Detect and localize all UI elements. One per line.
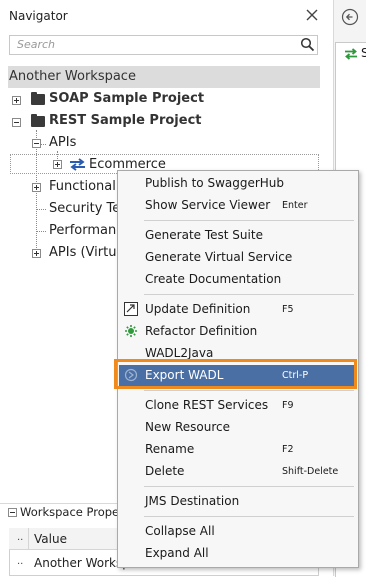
menu-item-show-service-viewer[interactable]: Show Service Viewer Enter	[119, 195, 357, 216]
menu-item-label: Show Service Viewer	[145, 198, 271, 212]
menu-item-refactor-definition[interactable]: Refactor Definition	[119, 321, 357, 342]
tree-item-performance[interactable]: Performanc	[49, 223, 123, 238]
tree-connector	[36, 209, 46, 210]
update-definition-icon	[124, 302, 138, 316]
menu-item-publish-swaggerhub[interactable]: Publish to SwaggerHub	[119, 173, 357, 194]
menu-item-jms-destination[interactable]: JMS Destination	[119, 491, 357, 512]
rest-service-icon	[345, 48, 357, 60]
menu-item-label: Rename	[145, 442, 195, 456]
collapse-icon[interactable]	[8, 508, 17, 517]
collapse-icon[interactable]	[12, 118, 21, 127]
menu-item-label: Collapse All	[145, 524, 215, 538]
refactor-icon	[125, 325, 137, 337]
back-arrow-icon[interactable]	[341, 8, 359, 26]
close-icon[interactable]	[303, 6, 321, 24]
menu-item-label: Publish to SwaggerHub	[145, 176, 285, 190]
expand-icon[interactable]	[32, 183, 41, 192]
tree-connector	[36, 130, 37, 254]
menu-item-label: Update Definition	[145, 302, 251, 316]
menu-item-label: Generate Virtual Service	[145, 250, 293, 264]
menu-item-label: Expand All	[145, 546, 209, 560]
search-input[interactable]	[9, 35, 318, 55]
collapse-icon[interactable]	[32, 139, 41, 148]
menu-item-label: Create Documentation	[145, 272, 282, 286]
workspace-properties-title: Workspace Proper	[20, 505, 124, 519]
table-header-name: ..	[17, 532, 24, 543]
search-icon[interactable]	[300, 37, 315, 52]
search-placeholder: Search	[17, 38, 56, 51]
menu-item-generate-virtual-service[interactable]: Generate Virtual Service	[119, 247, 357, 268]
menu-item-shortcut: F2	[282, 444, 294, 455]
menu-item-shortcut: F5	[282, 304, 294, 315]
workspace-label: Another Workspace	[9, 69, 136, 84]
rest-service-icon	[70, 158, 85, 171]
tree-item-apis[interactable]: APIs	[49, 135, 76, 150]
menu-separator	[144, 390, 354, 391]
tree-item-soap-project[interactable]: SOAP Sample Project	[49, 91, 204, 106]
menu-item-update-definition[interactable]: Update Definition F5	[119, 299, 357, 320]
menu-item-collapse-all[interactable]: Collapse All	[119, 521, 357, 542]
menu-item-label: Generate Test Suite	[145, 228, 263, 242]
menu-item-expand-all[interactable]: Expand All	[119, 543, 357, 564]
menu-item-clone-rest-services[interactable]: Clone REST Services F9	[119, 395, 357, 416]
menu-item-rename[interactable]: Rename F2	[119, 439, 357, 460]
menu-item-label: Delete	[145, 464, 185, 478]
tree-connector	[36, 231, 46, 232]
menu-item-label: WADL2Java	[145, 346, 214, 360]
expand-icon[interactable]	[53, 160, 62, 169]
menu-item-shortcut: Enter	[282, 200, 308, 211]
table-cell-name: ..	[17, 556, 24, 567]
menu-item-label: JMS Destination	[145, 494, 240, 508]
tree-item-rest-project[interactable]: REST Sample Project	[49, 113, 202, 128]
expand-icon[interactable]	[12, 96, 21, 105]
tree-item-apis-virtual[interactable]: APIs (Virtua	[49, 245, 124, 260]
highlight-callout	[114, 359, 357, 389]
menu-item-label: Refactor Definition	[145, 324, 258, 338]
folder-icon	[31, 114, 45, 127]
menu-item-label: Clone REST Services	[145, 398, 269, 412]
folder-icon	[31, 92, 45, 105]
table-header-value: Value	[34, 532, 67, 546]
menu-separator	[144, 294, 354, 295]
menu-item-delete[interactable]: Delete Shift-Delete	[119, 461, 357, 482]
navigator-title: Navigator	[9, 9, 68, 23]
menu-item-new-resource[interactable]: New Resource	[119, 417, 357, 438]
tree-item-security[interactable]: Security Tes	[49, 201, 127, 216]
expand-icon[interactable]	[32, 249, 41, 258]
menu-item-shortcut: Shift-Delete	[282, 466, 339, 477]
menu-separator	[144, 486, 354, 487]
menu-item-label: New Resource	[145, 420, 231, 434]
menu-item-generate-test-suite[interactable]: Generate Test Suite	[119, 225, 357, 246]
menu-separator	[144, 220, 354, 221]
menu-item-shortcut: F9	[282, 400, 294, 411]
menu-separator	[144, 516, 354, 517]
editor-tab-label[interactable]: S	[361, 46, 366, 60]
menu-item-create-documentation[interactable]: Create Documentation	[119, 269, 357, 290]
